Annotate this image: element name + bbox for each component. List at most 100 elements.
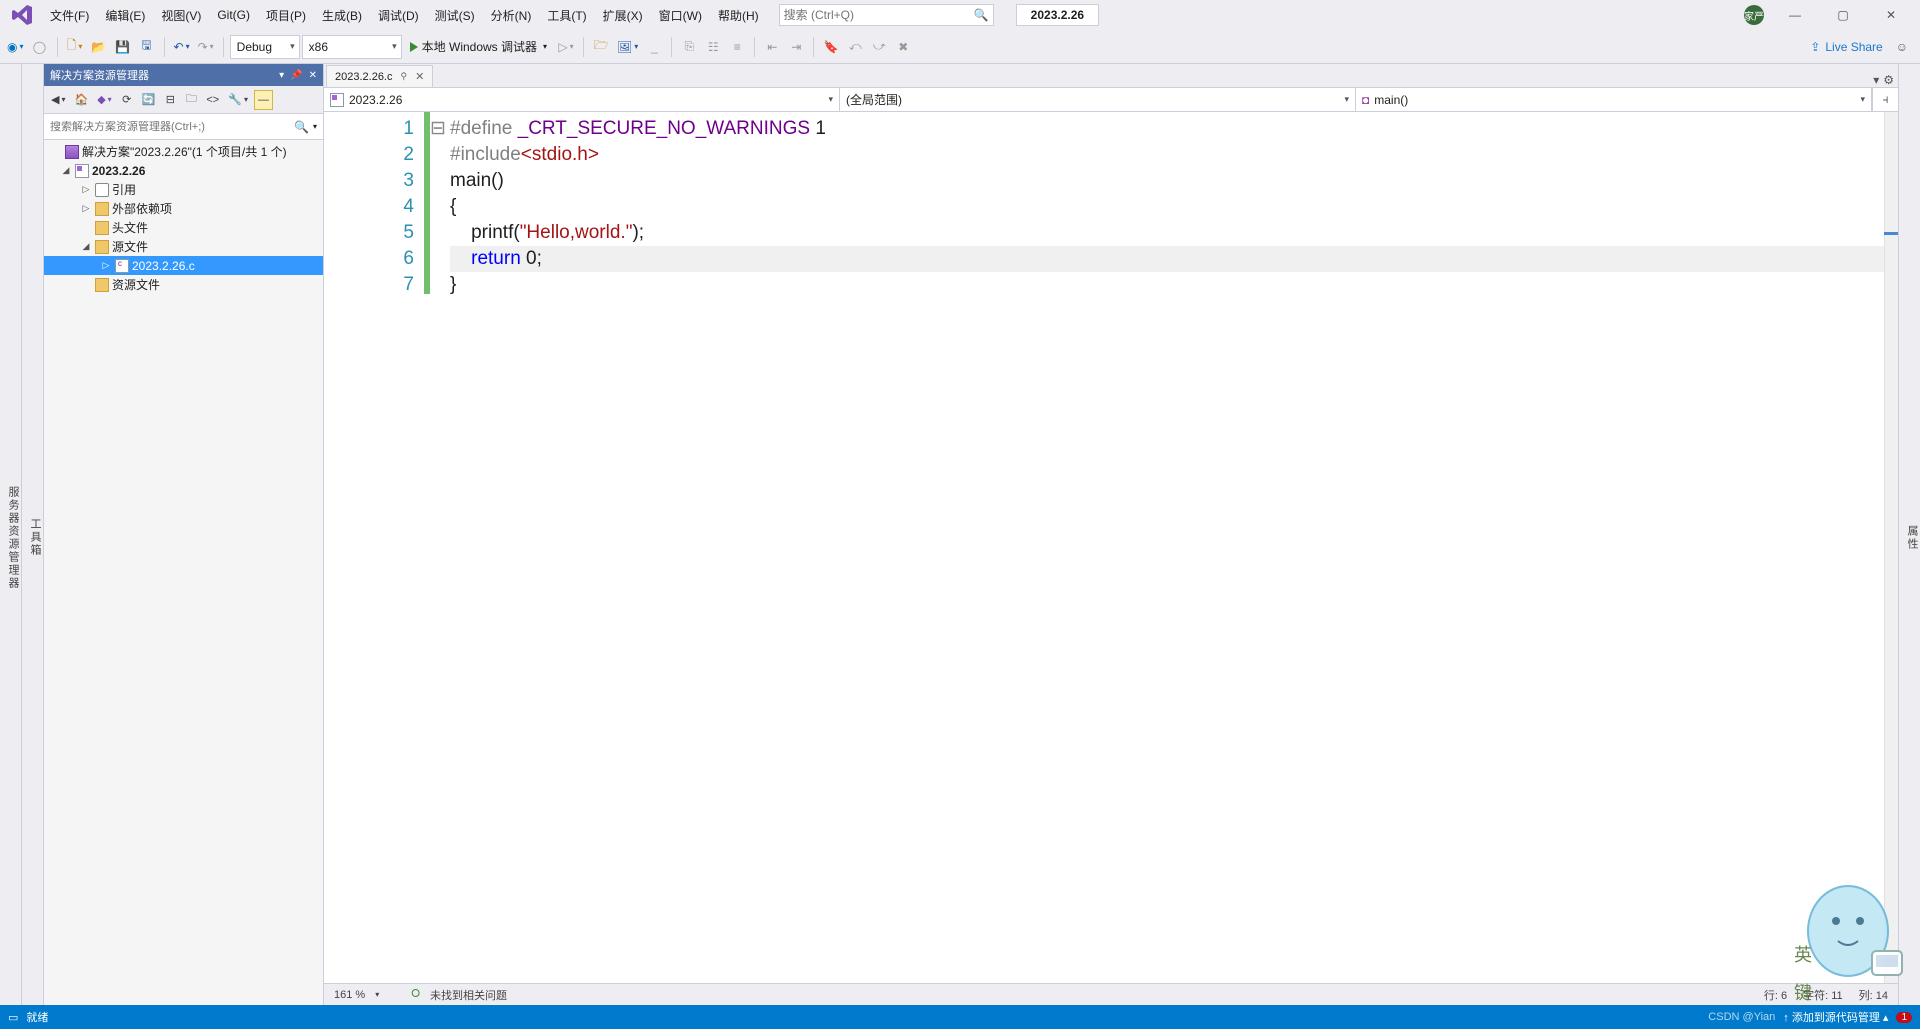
menu-project[interactable]: 项目(P)	[258, 3, 314, 28]
tb-btn-6[interactable]: ≡	[726, 35, 748, 59]
solution-search-input[interactable]	[50, 121, 294, 133]
tb-btn-1[interactable]: 🗁	[590, 35, 612, 59]
new-item-button[interactable]: 🗋	[64, 35, 86, 59]
output-icon[interactable]: ▭	[8, 1011, 18, 1024]
tree-references[interactable]: ▷ 引用	[44, 180, 323, 199]
sol-collapse-button[interactable]: ⊟	[161, 90, 179, 110]
window-maximize-button[interactable]: ▢	[1826, 4, 1860, 26]
start-debug-button[interactable]: 本地 Windows 调试器 ▾	[404, 35, 553, 59]
user-avatar[interactable]: 家严	[1744, 5, 1764, 25]
tb-btn-9[interactable]: ⤺	[844, 35, 866, 59]
menu-build[interactable]: 生成(B)	[314, 3, 370, 28]
global-search-input[interactable]	[784, 8, 974, 22]
menu-extensions[interactable]: 扩展(X)	[595, 3, 651, 28]
tree-sources[interactable]: ◢ 源文件	[44, 237, 323, 256]
nav-fwd-button[interactable]: ◯	[29, 35, 51, 59]
sol-properties-button[interactable]: 🔧	[225, 90, 251, 110]
sol-refresh-button[interactable]: 🔄	[139, 90, 159, 110]
bookmark-button[interactable]: 🔖	[820, 35, 842, 59]
notification-badge[interactable]: 1	[1896, 1012, 1912, 1023]
solution-explorer-title: 解决方案资源管理器 ▾ 📌 ✕	[44, 64, 323, 86]
pin-icon[interactable]: ⚲	[401, 71, 408, 82]
nav-back-button[interactable]: ◉	[4, 35, 27, 59]
sol-filter-button[interactable]: ⟳	[118, 90, 136, 110]
zoom-level[interactable]: 161 %	[334, 989, 365, 1001]
tb-btn-11[interactable]: ✖	[892, 35, 914, 59]
tree-external-deps[interactable]: ▷ 外部依赖项	[44, 199, 323, 218]
nav-scope-combo[interactable]: (全局范围)	[840, 88, 1356, 111]
collapse-icon[interactable]: ◢	[80, 241, 92, 252]
tree-resources[interactable]: 资源文件	[44, 275, 323, 294]
menu-debug[interactable]: 调试(D)	[370, 3, 427, 28]
tb-btn-2[interactable]: 🖼	[614, 35, 641, 59]
folder-icon	[95, 240, 109, 254]
document-tab-active[interactable]: 2023.2.26.c ⚲ ✕	[326, 65, 433, 87]
side-rail-toolbox[interactable]: 工具箱	[22, 64, 44, 1005]
tree-project[interactable]: ◢ 2023.2.26	[44, 161, 323, 180]
tb-btn-8[interactable]: ⇥	[785, 35, 807, 59]
tb-btn-10[interactable]: ⤻	[868, 35, 890, 59]
window-close-button[interactable]: ✕	[1874, 4, 1908, 26]
expand-icon[interactable]: ▷	[80, 184, 92, 195]
menu-window[interactable]: 窗口(W)	[651, 3, 710, 28]
tree-solution-root[interactable]: 解决方案"2023.2.26"(1 个项目/共 1 个)	[44, 142, 323, 161]
menu-view[interactable]: 视图(V)	[153, 3, 209, 28]
tb-btn-3[interactable]: _	[643, 35, 665, 59]
platform-combo[interactable]: x86	[302, 35, 402, 59]
sol-view-button[interactable]: ◆	[94, 90, 114, 110]
collapse-icon[interactable]: ◢	[60, 165, 72, 176]
panel-pin-icon[interactable]: 📌	[290, 70, 302, 81]
panel-close-icon[interactable]: ✕	[309, 70, 317, 81]
cursor-line: 行: 6	[1764, 987, 1787, 1003]
side-rail-server-explorer[interactable]: 服务器资源管理器	[0, 64, 22, 1005]
solution-search[interactable]: 🔍 ▾	[44, 114, 323, 140]
config-combo[interactable]: Debug	[230, 35, 300, 59]
side-rail-properties[interactable]: 属性	[1898, 64, 1920, 1005]
global-search[interactable]: 🔍	[779, 4, 994, 26]
open-file-button[interactable]: 📂	[88, 35, 110, 59]
window-minimize-button[interactable]: —	[1778, 4, 1812, 26]
nav-member-combo[interactable]: ◘ main()	[1356, 88, 1872, 111]
tree-headers[interactable]: 头文件	[44, 218, 323, 237]
close-tab-icon[interactable]: ✕	[415, 70, 424, 83]
expand-icon[interactable]: ▷	[80, 203, 92, 214]
debug-target-button[interactable]: ▷	[555, 35, 577, 59]
menu-git[interactable]: Git(G)	[209, 4, 258, 26]
menu-edit[interactable]: 编辑(E)	[97, 3, 153, 28]
sol-preview-button[interactable]: —	[254, 90, 273, 110]
nav-project-combo[interactable]: 2023.2.26	[324, 88, 840, 111]
menu-analyze[interactable]: 分析(N)	[483, 3, 540, 28]
split-editor-button[interactable]: ⫞	[1872, 88, 1898, 111]
line-numbers: 1234567	[324, 112, 424, 983]
panel-dropdown-icon[interactable]: ▾	[279, 70, 284, 81]
expand-icon[interactable]: ▷	[100, 260, 112, 271]
live-share-button[interactable]: ⇪ Live Share ☺	[1802, 40, 1916, 54]
undo-button[interactable]: ↶	[171, 35, 193, 59]
solution-tree[interactable]: 解决方案"2023.2.26"(1 个项目/共 1 个) ◢ 2023.2.26…	[44, 140, 323, 1005]
issues-text[interactable]: 未找到相关问题	[430, 987, 507, 1003]
fold-gutter[interactable]: ⊟	[430, 112, 444, 983]
feedback-icon[interactable]: ☺	[1896, 40, 1908, 54]
sol-home-button[interactable]: 🏠	[71, 90, 91, 110]
save-button[interactable]: 💾	[112, 35, 134, 59]
sol-back-button[interactable]: ◀	[48, 90, 68, 110]
save-all-button[interactable]: 🖫	[136, 35, 158, 59]
menu-file[interactable]: 文件(F)	[42, 3, 97, 28]
code-text[interactable]: #define _CRT_SECURE_NO_WARNINGS 1#includ…	[444, 112, 1898, 983]
menu-help[interactable]: 帮助(H)	[710, 3, 767, 28]
project-icon	[75, 164, 89, 178]
tab-settings-icon[interactable]: ⚙	[1883, 73, 1894, 87]
menu-test[interactable]: 测试(S)	[427, 3, 483, 28]
redo-button[interactable]: ↷	[195, 35, 217, 59]
tb-btn-5[interactable]: ☷	[702, 35, 724, 59]
sol-code-button[interactable]: <>	[203, 90, 222, 110]
scm-button[interactable]: ↑ 添加到源代码管理 ▴	[1783, 1009, 1888, 1025]
code-area[interactable]: 1234567 ⊟ #define _CRT_SECURE_NO_WARNING…	[324, 112, 1898, 983]
tb-btn-7[interactable]: ⇤	[761, 35, 783, 59]
tab-dropdown-icon[interactable]: ▾	[1873, 73, 1879, 87]
sol-show-all-button[interactable]: 🗀	[182, 90, 200, 110]
tree-active-file[interactable]: ▷ 2023.2.26.c	[44, 256, 323, 275]
scrollbar-overview[interactable]	[1884, 112, 1898, 983]
tb-btn-4[interactable]: ⎘	[678, 35, 700, 59]
menu-tools[interactable]: 工具(T)	[539, 3, 594, 28]
